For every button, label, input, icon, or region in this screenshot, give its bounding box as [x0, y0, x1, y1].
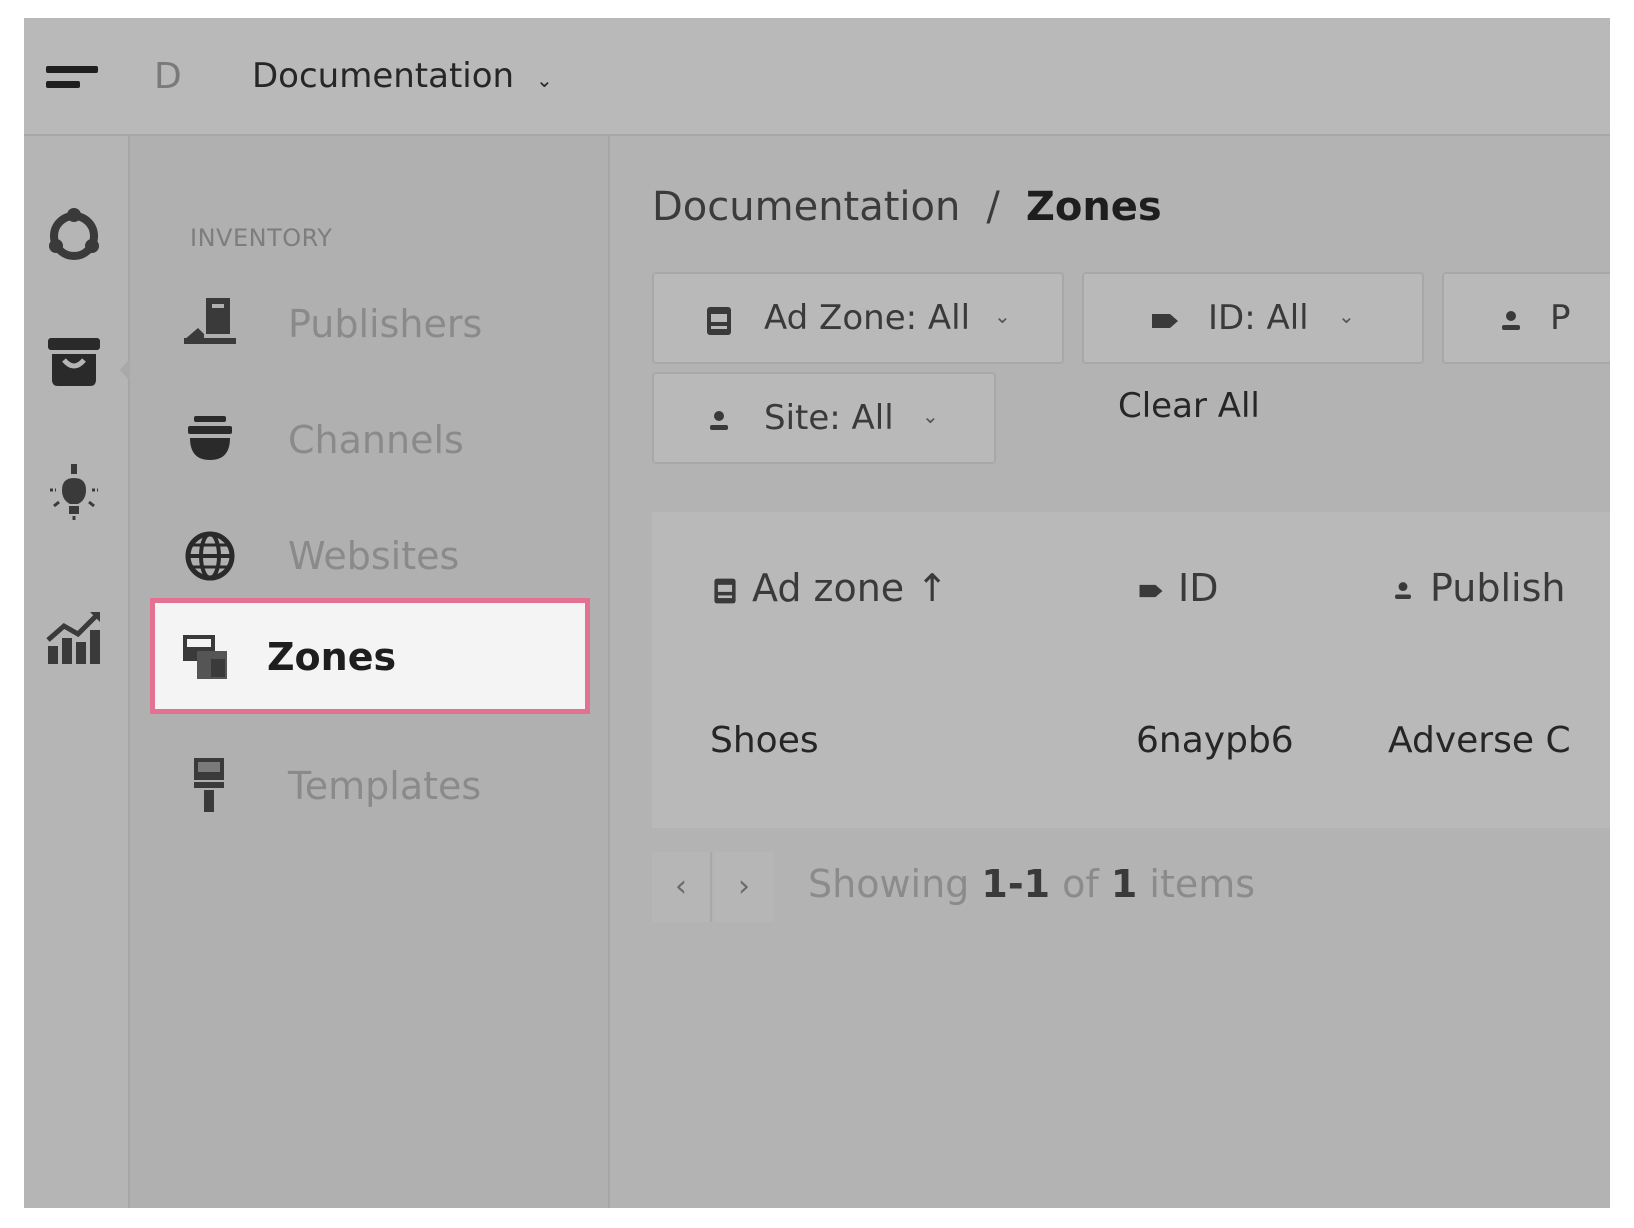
main-content: Documentation / Zones Ad Zone: All ⌄ ID: A…: [612, 136, 1610, 1208]
subnav-item-label: Publishers: [288, 302, 483, 346]
breadcrumb: Documentation / Zones: [652, 184, 1162, 230]
pagination-range: 1-1: [981, 862, 1051, 906]
channels-icon: [188, 416, 232, 460]
subnav-item-websites[interactable]: Websites: [170, 498, 608, 614]
zones-icon: [183, 635, 227, 679]
publisher-filter-label: P: [1550, 298, 1571, 338]
subnav-item-zones[interactable]: Zones: [150, 598, 590, 714]
breadcrumb-parent[interactable]: Documentation: [652, 184, 960, 230]
cell-publisher: Adverse C: [1388, 720, 1571, 761]
user-icon: [1502, 311, 1520, 330]
pagination-of: of: [1062, 862, 1099, 906]
reports-chart-icon[interactable]: [44, 608, 104, 668]
cell-id: 6naypb6: [1136, 720, 1294, 761]
chevron-down-icon: ⌄: [922, 404, 939, 428]
subnav-item-templates[interactable]: Templates: [170, 728, 608, 844]
ad-zone-filter[interactable]: Ad Zone: All ⌄: [652, 272, 1064, 364]
subnav-item-label: Zones: [267, 635, 397, 679]
websites-globe-icon: [185, 531, 235, 581]
org-initial: D: [154, 56, 182, 97]
column-header-ad-zone[interactable]: Ad zone ↑: [710, 566, 948, 610]
clear-all-button[interactable]: Clear All: [1118, 386, 1260, 426]
chevron-down-icon: ⌄: [994, 304, 1011, 328]
pagination-total: 1: [1110, 862, 1138, 906]
prev-page-button[interactable]: ‹: [652, 852, 712, 922]
hamburger-menu-icon[interactable]: [46, 66, 98, 92]
top-header: D Documentation ⌄: [24, 18, 1610, 136]
pagination-items: items: [1149, 862, 1256, 906]
subnav-item-channels[interactable]: Channels: [170, 382, 608, 498]
icon-rail: [24, 136, 132, 1208]
inventory-icon[interactable]: [44, 332, 104, 392]
site-filter-label: Site: All: [764, 398, 894, 438]
chevron-down-icon[interactable]: ⌄: [536, 68, 553, 92]
breadcrumb-separator: /: [986, 184, 1000, 230]
column-header-label: Publish: [1430, 566, 1566, 610]
id-filter-label: ID: All: [1208, 298, 1309, 338]
user-icon: [1395, 581, 1411, 599]
cell-ad-zone[interactable]: Shoes: [710, 720, 819, 761]
column-header-label: ID: [1178, 566, 1219, 610]
integrations-icon[interactable]: [44, 206, 104, 266]
subnav-item-label: Templates: [288, 764, 482, 808]
column-header-id[interactable]: ID: [1136, 566, 1218, 610]
subnav-item-label: Channels: [288, 418, 464, 462]
user-icon: [710, 411, 728, 430]
publishers-icon: [184, 298, 236, 344]
tag-icon: [1139, 584, 1163, 597]
chevron-down-icon: ⌄: [1338, 304, 1355, 328]
column-header-publisher[interactable]: Publish: [1388, 566, 1565, 610]
pagination-showing: Showing: [808, 862, 970, 906]
site-filter[interactable]: Site: All ⌄: [652, 372, 996, 464]
tag-icon: [1152, 314, 1178, 328]
subnav-item-publishers[interactable]: Publishers: [170, 266, 608, 382]
subnav-heading: INVENTORY: [190, 224, 333, 252]
column-header-label: Ad zone ↑: [752, 566, 949, 610]
pagination-summary: Showing 1-1 of 1 items: [808, 862, 1255, 906]
id-filter[interactable]: ID: All ⌄: [1082, 272, 1424, 364]
next-page-button[interactable]: ›: [714, 852, 774, 922]
ad-zone-icon: [714, 578, 736, 603]
app-window: D Documentation ⌄ INVENTORY Publishers C…: [24, 18, 1610, 1208]
ad-zone-icon: [707, 307, 731, 335]
templates-icon: [194, 758, 224, 812]
breadcrumb-current: Zones: [1025, 184, 1162, 230]
subnav-item-label: Websites: [288, 534, 460, 578]
org-switcher[interactable]: Documentation: [252, 56, 514, 96]
inventory-subnav: INVENTORY Publishers Channels Websites Z…: [130, 136, 610, 1208]
ideas-bulb-icon[interactable]: [44, 462, 104, 522]
publisher-filter[interactable]: P: [1442, 272, 1610, 364]
zones-table: Ad zone ↑ ID Publish Shoes 6naypb6 Adver…: [652, 512, 1610, 828]
ad-zone-filter-label: Ad Zone: All: [764, 298, 971, 338]
